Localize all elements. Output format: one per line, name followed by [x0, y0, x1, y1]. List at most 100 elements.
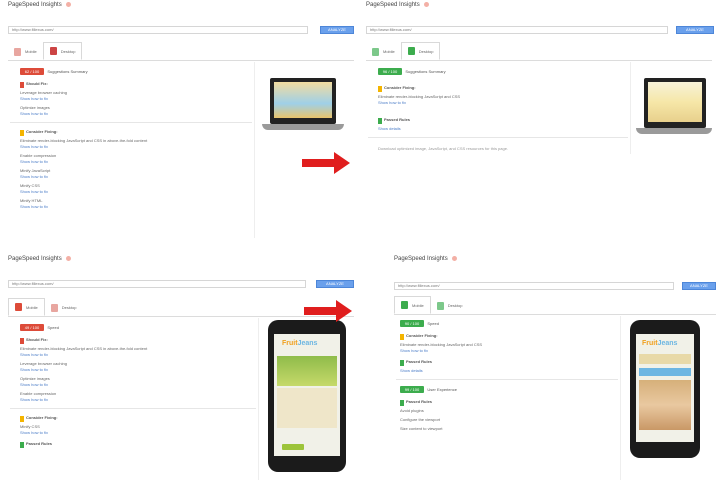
- mobile-icon: [14, 47, 21, 56]
- tab-mobile-label: Mobile: [26, 304, 38, 310]
- cta-button: [282, 444, 304, 450]
- show-how-link[interactable]: Show how to fix: [20, 174, 252, 179]
- rule-text: Optimize images: [20, 105, 50, 110]
- show-how-link[interactable]: Show how to fix: [20, 204, 252, 209]
- laptop-preview: [636, 78, 712, 138]
- show-how-link[interactable]: Show how to fix: [20, 96, 252, 101]
- list-item: Leverage browser caching Show how to fix: [8, 361, 256, 372]
- section-heading: Should Fix:: [26, 81, 48, 86]
- url-input[interactable]: http://www.fillexus.com/: [366, 26, 668, 34]
- show-how-link[interactable]: Show how to fix: [20, 144, 252, 149]
- tab-desktop[interactable]: Desktop: [431, 296, 469, 314]
- analyze-button[interactable]: ANALYZE: [676, 26, 714, 34]
- rule-text: Leverage browser caching: [20, 361, 67, 366]
- rule-text: Size content to viewport: [400, 426, 443, 431]
- show-how-link[interactable]: Show how to fix: [20, 382, 256, 387]
- list-item: Configure the viewport: [394, 417, 618, 422]
- tab-desktop[interactable]: Desktop: [400, 42, 441, 60]
- warning-icon: [20, 130, 24, 136]
- right-arrow-icon: [302, 152, 350, 174]
- url-input[interactable]: http://www.fillexus.com/: [394, 282, 674, 290]
- show-how-link[interactable]: Show how to fix: [20, 189, 252, 194]
- show-how-link[interactable]: Show how to fix: [20, 397, 256, 402]
- rule-text: Configure the viewport: [400, 417, 441, 422]
- tab-mobile[interactable]: Mobile: [366, 42, 401, 60]
- tab-mobile-label: Mobile: [25, 49, 37, 54]
- consider-fixing-section: Consider Fixing:: [8, 129, 252, 136]
- show-details-link[interactable]: Show details: [378, 126, 628, 131]
- show-how-link[interactable]: Show how to fix: [20, 367, 256, 372]
- page-title-text: PageSpeed Insights: [8, 2, 62, 9]
- section-heading: Passed Rules: [384, 117, 411, 122]
- column-divider: [630, 62, 631, 154]
- passed-rules-section: Passed Rules: [394, 359, 618, 366]
- page-title: PageSpeed Insights: [366, 2, 429, 8]
- menu-bar: [639, 354, 691, 364]
- url-input[interactable]: http://www.fillexus.com/: [8, 280, 306, 288]
- info-icon[interactable]: [65, 2, 71, 7]
- score-badge: 90 / 100: [400, 320, 424, 327]
- tab-mobile[interactable]: Mobile: [8, 42, 43, 60]
- url-input[interactable]: http://www.fillexus.com/: [8, 26, 308, 34]
- laptop-screen: [644, 78, 706, 128]
- show-how-link[interactable]: Show how to fix: [20, 159, 252, 164]
- tab-mobile[interactable]: Mobile: [394, 296, 431, 314]
- ux-score-badge: 99 / 100: [400, 386, 424, 393]
- ux-passed-rules-section: Passed Rules: [394, 399, 618, 406]
- analyze-button[interactable]: ANALYZE: [316, 280, 354, 288]
- tab-mobile[interactable]: Mobile: [8, 298, 45, 316]
- list-item: Show details: [366, 126, 628, 131]
- website-thumbnail: [648, 82, 702, 122]
- logo-right: Jeans: [657, 340, 678, 347]
- desktop-icon: [407, 47, 415, 55]
- tab-desktop-label: Desktop: [61, 305, 77, 310]
- rule-text: Avoid plugins: [400, 408, 424, 413]
- passed-rules-section: Passed Rules: [8, 441, 256, 448]
- info-icon[interactable]: [451, 256, 457, 261]
- rule-text: Minify JavaScript: [20, 168, 51, 173]
- desktop-icon: [50, 303, 58, 312]
- rule-text: Enable compression: [20, 391, 57, 396]
- tab-desktop[interactable]: Desktop: [42, 42, 83, 60]
- tab-desktop[interactable]: Desktop: [45, 298, 83, 316]
- content-block: [277, 388, 337, 428]
- section-heading: Consider Fixing:: [26, 415, 58, 420]
- phone-preview: FruitJeans: [630, 320, 700, 458]
- section-heading: Consider Fixing:: [26, 129, 58, 134]
- page-title-text: PageSpeed Insights: [8, 256, 62, 263]
- column-divider: [620, 316, 621, 480]
- results-column: 62 / 100 Suggestions Summary Should Fix:…: [8, 68, 252, 209]
- analyze-button[interactable]: ANALYZE: [320, 26, 354, 34]
- list-item: Avoid plugins: [394, 408, 618, 413]
- show-how-link[interactable]: Show how to fix: [20, 352, 256, 357]
- section-heading: Should Fix:: [26, 337, 48, 342]
- show-how-link[interactable]: Show how to fix: [400, 348, 618, 353]
- should-fix-section: Should Fix:: [8, 81, 252, 88]
- list-item: Eliminate render-blocking JavaScript and…: [366, 94, 628, 105]
- rule-text: Enable compression: [20, 153, 57, 158]
- show-details-link[interactable]: Show details: [400, 368, 618, 373]
- check-icon: [378, 118, 382, 124]
- list-item: Enable compression Show how to fix: [8, 153, 252, 164]
- nav-button: [639, 368, 691, 376]
- show-how-link[interactable]: Show how to fix: [378, 100, 628, 105]
- results-column: 96 / 100 Suggestions Summary Consider Fi…: [366, 68, 628, 152]
- mobile-icon: [15, 303, 22, 311]
- pagespeed-panel-mobile-after: PageSpeed Insights http://www.fillexus.c…: [392, 254, 718, 480]
- analyze-button[interactable]: ANALYZE: [682, 282, 716, 290]
- page-title: PageSpeed Insights: [394, 256, 457, 262]
- show-how-link[interactable]: Show how to fix: [20, 430, 256, 435]
- phone-screen: FruitJeans: [274, 334, 340, 456]
- error-icon: [20, 82, 24, 88]
- rule-text: Leverage browser caching: [20, 90, 67, 95]
- list-item: Size content to viewport: [394, 426, 618, 431]
- show-how-link[interactable]: Show how to fix: [20, 111, 252, 116]
- info-icon[interactable]: [423, 2, 429, 7]
- consider-fixing-section: Consider Fixing:: [394, 333, 618, 340]
- score-label: Suggestions Summary: [47, 69, 88, 74]
- optimized-resources-note: Download optimized image, JavaScript, an…: [378, 146, 509, 151]
- info-icon[interactable]: [65, 256, 71, 261]
- page-title-text: PageSpeed Insights: [394, 256, 448, 263]
- right-arrow-icon: [304, 300, 352, 322]
- laptop-base: [636, 128, 712, 134]
